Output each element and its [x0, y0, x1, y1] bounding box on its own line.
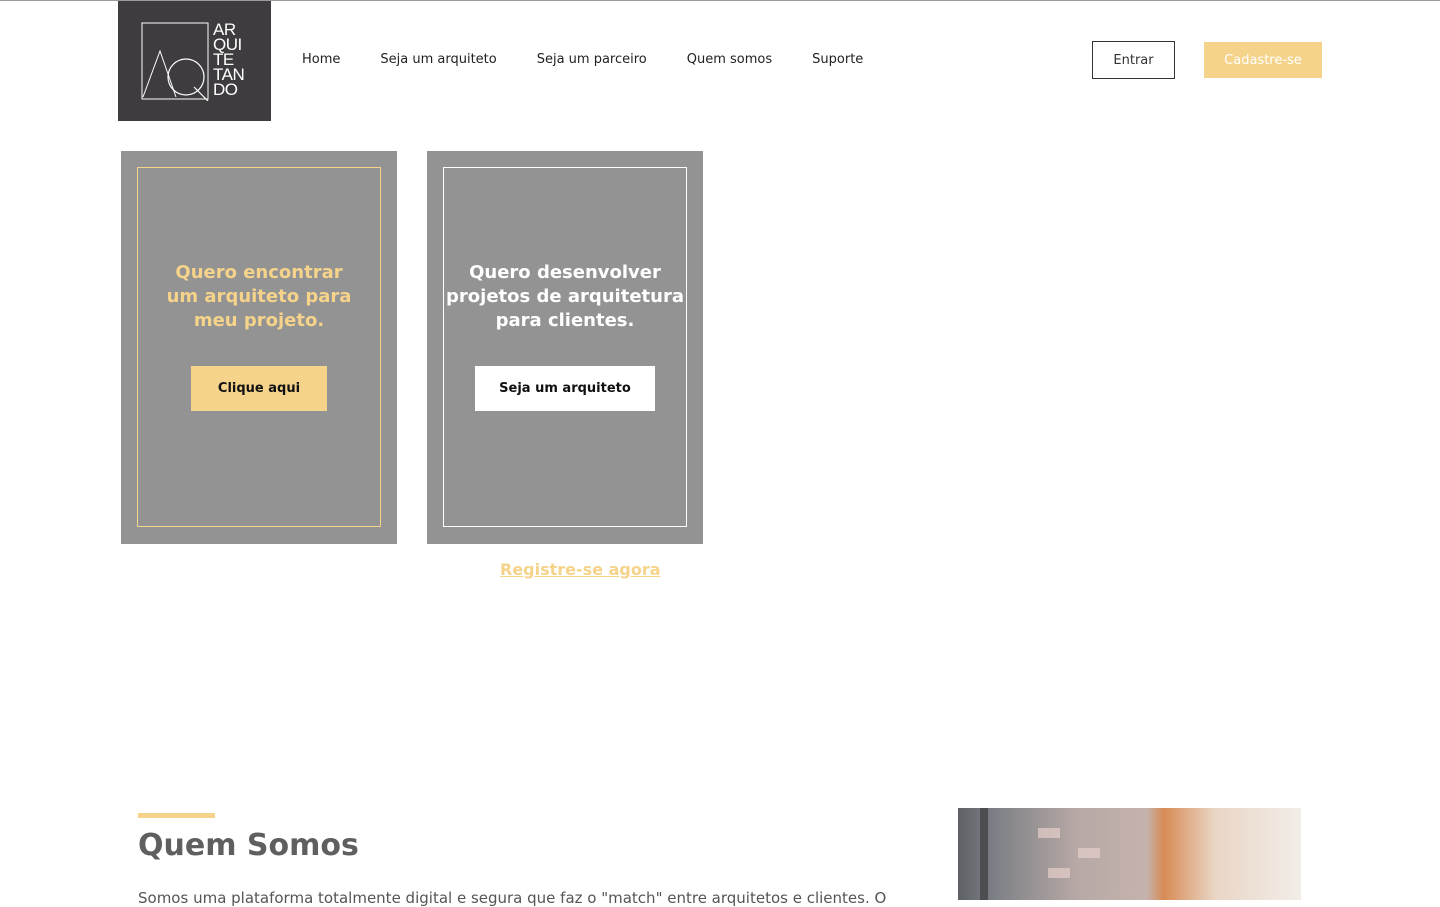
photo-detail [1048, 868, 1070, 878]
about-title: Quem Somos [138, 828, 359, 863]
card-heading: Quero desenvolver projetos de arquitetur… [446, 262, 684, 331]
nav-quem-somos[interactable]: Quem somos [687, 52, 772, 67]
client-card: Quero encontrar um arquiteto para meu pr… [121, 151, 397, 544]
section-accent-bar [138, 813, 215, 818]
register-link[interactable]: Registre-se agora [500, 560, 661, 579]
login-button[interactable]: Entrar [1092, 41, 1175, 79]
architect-card: Quero desenvolver projetos de arquitetur… [427, 151, 703, 544]
card-frame [137, 167, 381, 527]
photo-detail [980, 808, 988, 900]
nav-suporte[interactable]: Suporte [812, 52, 863, 67]
logo-wordmark: AR QUI TE TAN DO [213, 20, 245, 99]
logo[interactable]: AR QUI TE TAN DO [118, 1, 271, 121]
logo-mark-icon [141, 22, 209, 101]
signup-button[interactable]: Cadastre-se [1204, 42, 1322, 78]
nav-seja-arquiteto[interactable]: Seja um arquiteto [380, 52, 496, 67]
photo-detail [1038, 828, 1060, 838]
main-nav: Home Seja um arquiteto Seja um parceiro … [302, 52, 903, 67]
nav-home[interactable]: Home [302, 52, 340, 67]
clique-aqui-button[interactable]: Clique aqui [191, 366, 327, 411]
card-heading: Quero encontrar um arquiteto para meu pr… [166, 262, 352, 331]
about-text: Somos uma plataforma totalmente digital … [138, 889, 887, 907]
nav-seja-parceiro[interactable]: Seja um parceiro [537, 52, 647, 67]
about-photo [958, 808, 1301, 900]
seja-arquiteto-button[interactable]: Seja um arquiteto [475, 366, 655, 411]
photo-detail [1078, 848, 1100, 858]
card-frame [443, 167, 687, 527]
